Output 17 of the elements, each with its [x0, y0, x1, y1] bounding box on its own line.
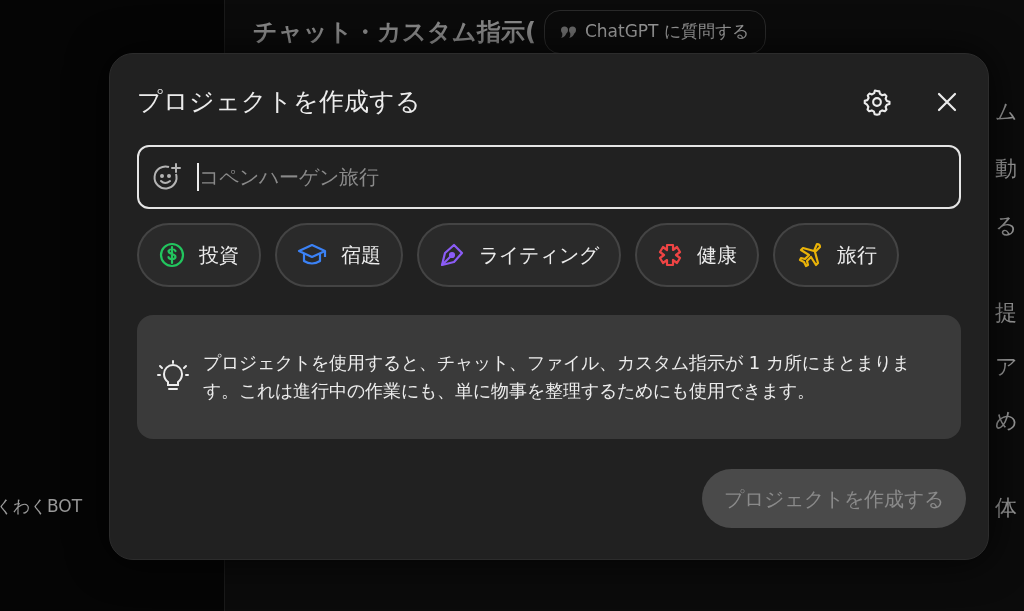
- category-chip[interactable]: 宿題: [275, 223, 403, 287]
- page-text: ア: [995, 355, 1018, 379]
- category-chip[interactable]: ライティング: [417, 223, 621, 287]
- page-heading: チャット・カスタム指示(: [253, 17, 536, 48]
- quote-icon: [560, 26, 577, 38]
- dialog-title: プロジェクトを作成する: [137, 86, 422, 119]
- info-text: プロジェクトを使用すると、チャット、ファイル、カスタム指示が 1 カ所にまとまります。これは進行中の作業にも、単に物事を整理するためにも使用できます。: [203, 351, 911, 403]
- project-name-field[interactable]: コペンハーゲン旅行: [137, 145, 961, 209]
- category-chip[interactable]: 旅行: [773, 223, 899, 287]
- page-text: 提: [995, 301, 1018, 325]
- page-text: ム: [995, 100, 1018, 124]
- page-text: め: [995, 409, 1018, 433]
- page-text: 動: [995, 157, 1018, 181]
- category-chip[interactable]: 健康: [635, 223, 759, 287]
- category-chip[interactable]: 投資: [137, 223, 261, 287]
- page-text: る: [995, 214, 1018, 238]
- page-text: 体: [995, 496, 1018, 520]
